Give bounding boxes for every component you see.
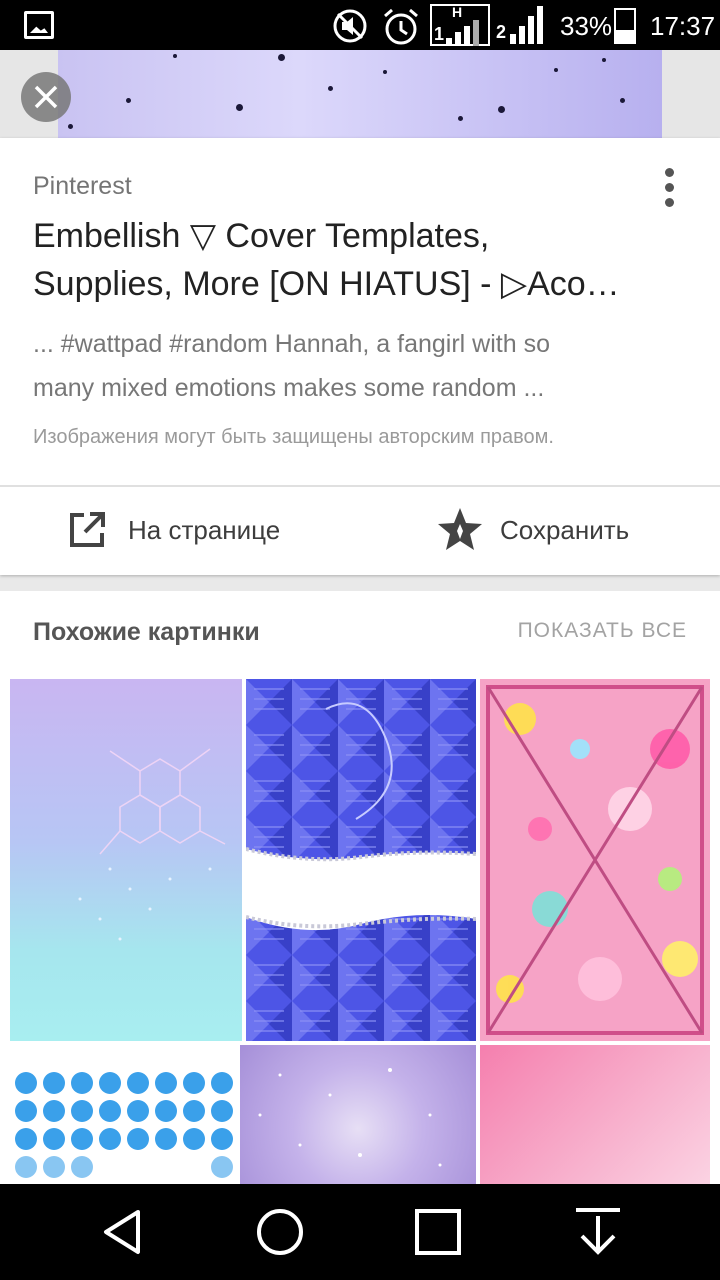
- mute-icon: [333, 9, 367, 43]
- open-page-label: На странице: [128, 514, 281, 545]
- galaxy-pattern: [258, 1068, 442, 1167]
- preview-image[interactable]: [58, 50, 662, 140]
- alarm-icon: [384, 8, 418, 45]
- navigation-bar: [0, 1184, 720, 1280]
- page-title[interactable]: Embellish ▽ Cover Templates, Supplies, M…: [33, 212, 653, 308]
- download-icon[interactable]: [570, 1204, 626, 1260]
- open-external-icon: [70, 512, 105, 547]
- status-bar: H 1 2 33% 17:37: [0, 0, 720, 50]
- back-icon[interactable]: [96, 1204, 152, 1260]
- pink-floral-pattern: [480, 679, 710, 1041]
- signal-sim1: H 1: [430, 4, 490, 46]
- source-name[interactable]: Pinterest: [33, 172, 132, 201]
- similar-images-section: Похожие картинки ПОКАЗАТЬ ВСЕ: [0, 591, 720, 1191]
- save-button[interactable]: Сохранить: [436, 506, 629, 554]
- close-button[interactable]: [21, 72, 71, 122]
- home-icon[interactable]: [252, 1204, 308, 1260]
- similar-images-title: Похожие картинки: [33, 618, 260, 646]
- similar-image-tile[interactable]: [480, 1045, 710, 1185]
- more-vert-icon[interactable]: [655, 166, 685, 210]
- similar-image-tile[interactable]: [10, 1045, 236, 1185]
- gallery-icon: [24, 11, 54, 39]
- similar-image-tile[interactable]: [240, 1045, 476, 1185]
- similar-image-tile[interactable]: [246, 679, 476, 1041]
- save-label: Сохранить: [500, 514, 630, 545]
- description: ... #wattpad #random Hannah, a fangirl w…: [33, 330, 550, 402]
- signal-sim2: 2: [494, 6, 554, 46]
- recents-icon[interactable]: [410, 1204, 466, 1260]
- copyright-notice: Изображения могут быть защищены авторски…: [33, 426, 554, 448]
- molecule-pattern: [78, 748, 226, 941]
- image-info-card: Pinterest Embellish ▽ Cover Templates, S…: [0, 138, 720, 575]
- battery-percent: 33%: [560, 11, 613, 41]
- signal-bars-icon: [510, 6, 543, 44]
- open-page-button[interactable]: На странице: [68, 506, 280, 554]
- clock: 17:37: [650, 11, 716, 41]
- similar-image-tile[interactable]: [10, 679, 242, 1041]
- star-icon: [438, 508, 482, 550]
- selected-image-preview[interactable]: [0, 50, 720, 140]
- close-icon: [34, 85, 58, 109]
- blue-pattern: [246, 679, 476, 1041]
- signal-bars-icon: [446, 20, 479, 46]
- divider: [0, 485, 720, 487]
- sim2-label: 2: [496, 22, 507, 42]
- similar-image-tile[interactable]: [480, 679, 710, 1041]
- blue-circles-pattern: [15, 1072, 233, 1178]
- show-all-button[interactable]: ПОКАЗАТЬ ВСЕ: [518, 619, 687, 643]
- sim1-label: 1: [434, 24, 445, 44]
- battery-icon: [614, 8, 636, 44]
